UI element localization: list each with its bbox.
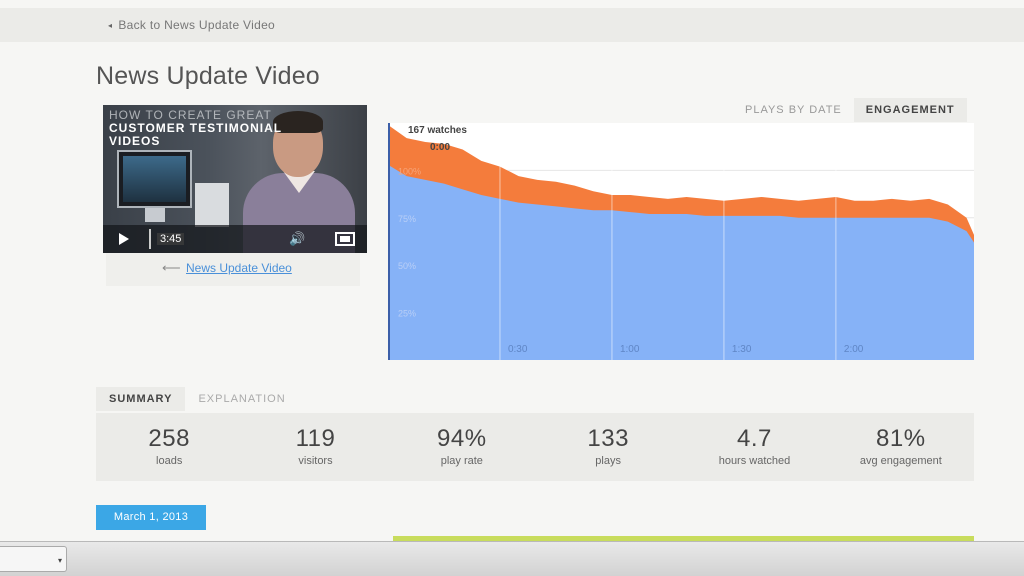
chart-x-tick-label: 1:30: [732, 344, 752, 355]
stat-label: play rate: [440, 455, 483, 467]
stat-value: 4.7: [737, 425, 772, 452]
stat-label: plays: [595, 455, 621, 467]
tab-engagement[interactable]: ENGAGEMENT: [853, 98, 967, 122]
summary-stats: 258 loads 119 visitors 94% play rate 133…: [96, 413, 974, 481]
stat-label: avg engagement: [859, 455, 942, 467]
stat-play-rate: 94% play rate: [389, 413, 535, 481]
video-player[interactable]: How to create great Customer testimonial…: [103, 105, 367, 253]
stat-loads: 258 loads: [96, 413, 242, 481]
chart-area-engaged: [388, 164, 974, 360]
arrow-left-icon: ⟵: [162, 260, 181, 275]
back-link[interactable]: ◂ Back to News Update Video: [108, 18, 275, 32]
stat-label: visitors: [298, 455, 333, 467]
engagement-chart[interactable]: 0:30 1:00 1:30 2:00 100% 75% 50% 25% 167 watche…: [388, 123, 974, 360]
back-link-label: Back to News Update Video: [118, 18, 276, 32]
video-caption-link[interactable]: News Update Video: [186, 261, 292, 275]
stat-value: 133: [587, 425, 629, 452]
stat-avg-engagement: 81% avg engagement: [828, 413, 974, 481]
video-overlay-line-2: Customer testimonial: [109, 121, 283, 135]
video-monitor-stand: [145, 208, 165, 222]
tab-explanation[interactable]: EXPLANATION: [185, 387, 298, 411]
video-controls: 3:45 🔊: [103, 225, 367, 253]
page-title: News Update Video: [96, 62, 320, 90]
volume-icon[interactable]: 🔊: [289, 231, 305, 247]
caret-down-icon: ▾: [57, 556, 62, 565]
stat-value: 94%: [437, 425, 487, 452]
stat-hours-watched: 4.7 hours watched: [681, 413, 827, 481]
chart-cursor-time: 0:00: [430, 142, 451, 153]
chart-y-tick-label: 75%: [398, 214, 416, 224]
top-nav-bar: ◂ Back to News Update Video: [0, 8, 1024, 42]
bottom-toolbar: ▾: [0, 541, 1024, 576]
stat-label: hours watched: [718, 455, 791, 467]
chart-y-tick-label: 25%: [398, 309, 416, 319]
summary-tabs: SUMMARY EXPLANATION: [96, 387, 299, 411]
stat-value: 119: [295, 425, 336, 452]
video-monitor-image: [117, 150, 192, 208]
stat-plays: 133 plays: [535, 413, 681, 481]
chart-y-tick-label: 50%: [398, 261, 416, 271]
chart-x-tick-label: 2:00: [844, 344, 864, 355]
fullscreen-icon[interactable]: [335, 232, 355, 246]
engagement-chart-svg: 0:30 1:00 1:30 2:00 100% 75% 50% 25%: [388, 123, 974, 360]
stat-label: loads: [156, 455, 183, 467]
play-icon[interactable]: [119, 233, 129, 245]
stat-visitors: 119 visitors: [242, 413, 388, 481]
caret-left-icon: ◂: [108, 20, 113, 30]
stat-value: 258: [148, 425, 190, 452]
video-overlay-line-1: How to create great: [109, 108, 272, 122]
chart-x-tick-label: 0:30: [508, 344, 528, 355]
chart-y-tick-label: 100%: [398, 166, 421, 176]
stat-value: 81%: [876, 425, 926, 452]
video-overlay-line-3: videos: [109, 134, 161, 148]
tab-plays-by-date[interactable]: PLAYS BY DATE: [733, 98, 854, 122]
video-time: 3:45: [157, 233, 185, 245]
chart-watches-label: 167 watches: [408, 125, 467, 136]
chart-tabs: PLAYS BY DATE ENGAGEMENT: [733, 98, 967, 122]
bottom-dropdown[interactable]: ▾: [0, 546, 67, 572]
video-computer-tower: [195, 183, 229, 227]
tab-summary[interactable]: SUMMARY: [96, 387, 186, 411]
video-caption: ⟵ News Update Video: [106, 253, 360, 286]
chart-x-tick-label: 1:00: [620, 344, 640, 355]
date-badge[interactable]: March 1, 2013: [96, 505, 206, 530]
